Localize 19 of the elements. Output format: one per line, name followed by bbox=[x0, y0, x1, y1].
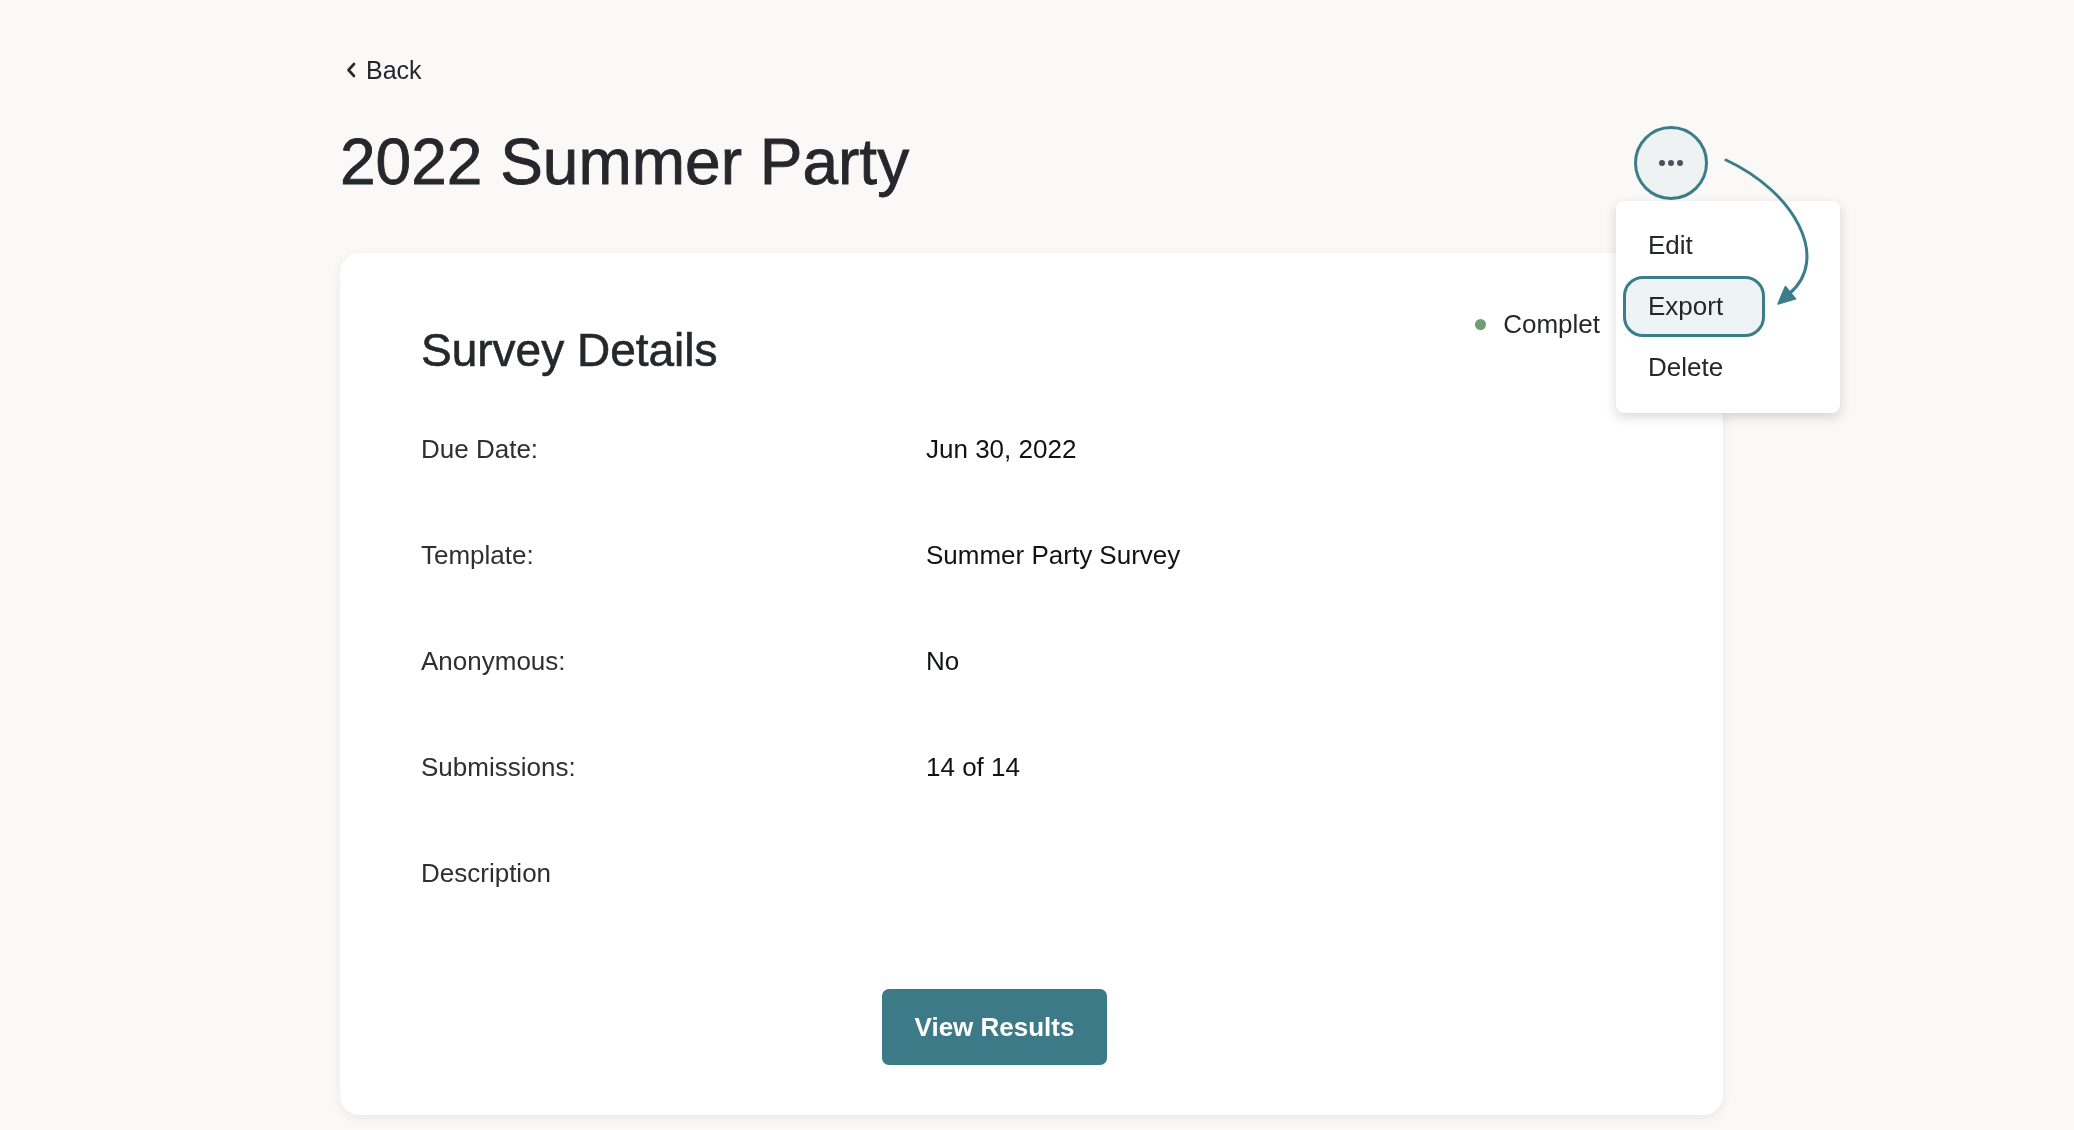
field-label: Submissions: bbox=[421, 752, 577, 783]
menu-item[interactable]: Edit bbox=[1623, 215, 1765, 276]
menu-item[interactable]: Export bbox=[1623, 276, 1765, 337]
view-results-button[interactable]: View Results bbox=[882, 989, 1107, 1065]
field-label: Template: bbox=[421, 540, 535, 571]
field-label: Due Date: bbox=[421, 434, 540, 465]
chevron-left-icon bbox=[346, 62, 356, 78]
field-value: 14 of 14 bbox=[926, 752, 1020, 782]
ellipsis-icon bbox=[1659, 159, 1683, 166]
field-label: Anonymous: bbox=[421, 646, 567, 677]
menu-item[interactable]: Delete bbox=[1623, 337, 1765, 398]
field-value: No bbox=[926, 646, 960, 676]
back-link[interactable]: Back bbox=[346, 55, 422, 85]
status-label: Complet bbox=[1503, 309, 1600, 340]
field-value: Jun 30, 2022 bbox=[926, 434, 1077, 464]
field-value: Summer Party Survey bbox=[926, 540, 1181, 570]
field-label: Description bbox=[421, 858, 553, 889]
card-title: Survey Details bbox=[421, 323, 718, 378]
page-title: 2022 Summer Party bbox=[340, 125, 910, 200]
